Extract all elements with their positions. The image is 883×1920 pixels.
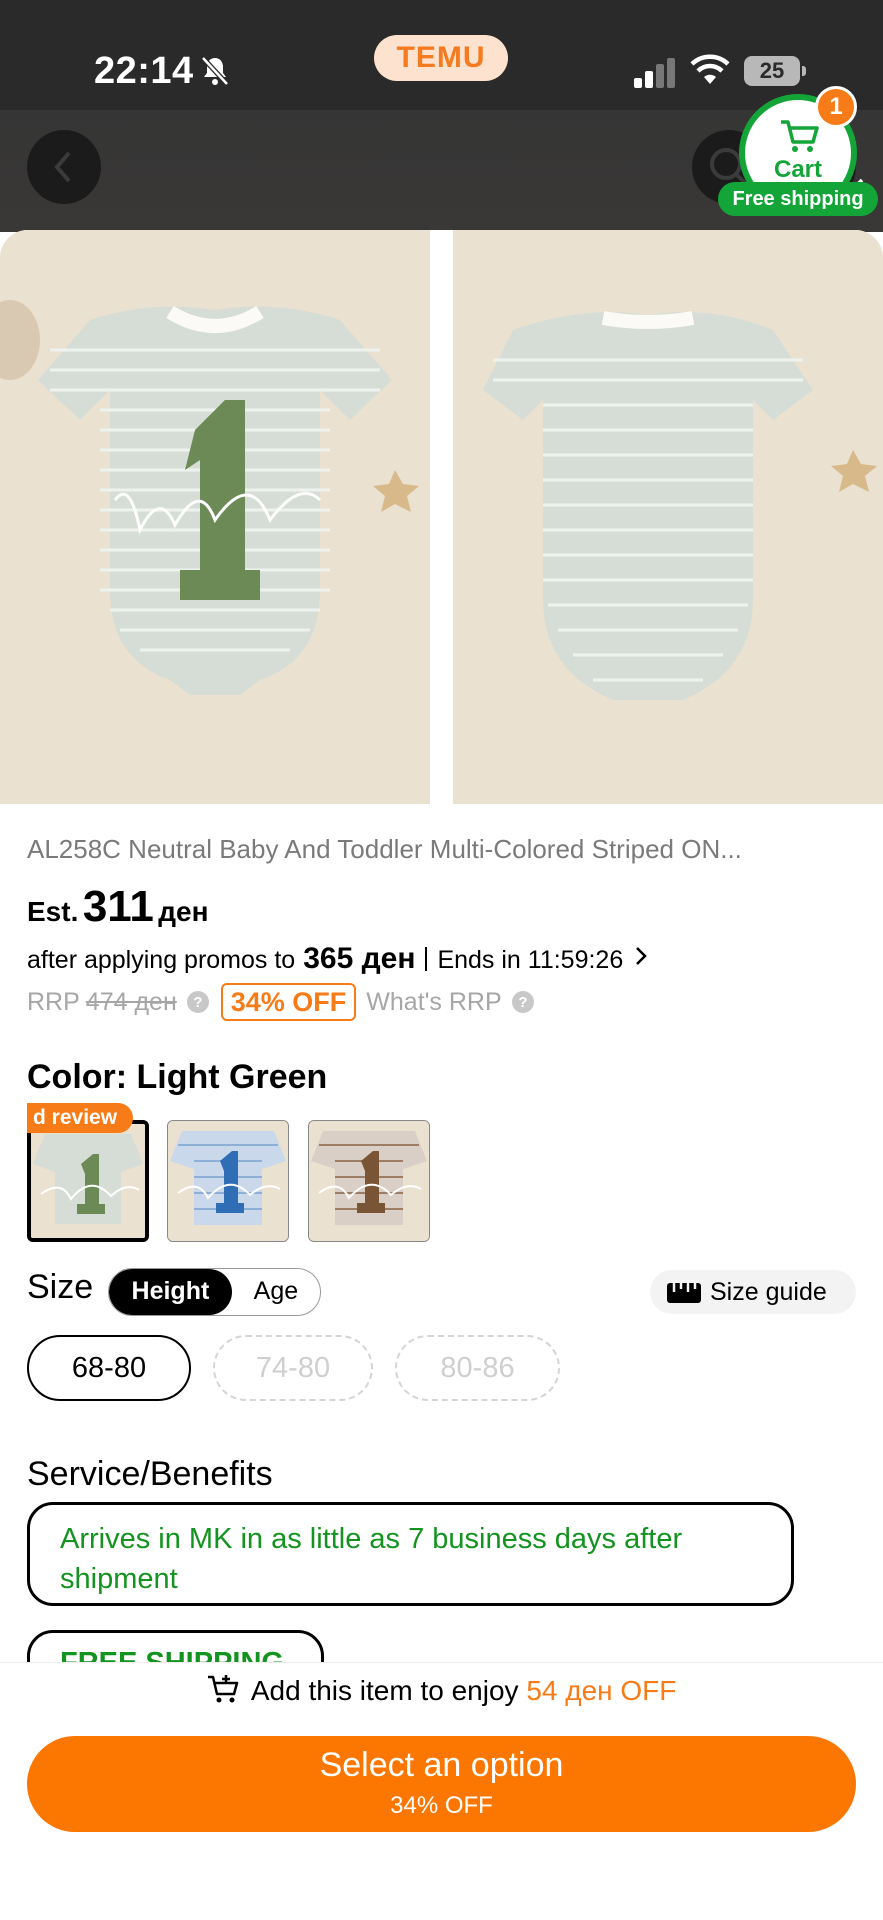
status-time: 22:14 xyxy=(94,50,194,92)
add-to-cart-icon xyxy=(207,1675,238,1703)
color-swatch-light-green[interactable] xyxy=(27,1120,149,1242)
color-swatch-blue[interactable] xyxy=(167,1120,289,1242)
help-icon[interactable]: ? xyxy=(511,991,534,1013)
whats-rrp-link[interactable]: What's RRP xyxy=(366,988,501,1017)
signal-icon xyxy=(634,58,675,88)
rrp-row: RRP 474 ден ? 34% OFF What's RRP ? xyxy=(27,982,534,1022)
romper-back-illustration xyxy=(453,230,883,804)
color-title: Color: Light Green xyxy=(27,1058,328,1096)
price-value: 311 xyxy=(82,882,154,931)
cart-icon xyxy=(781,120,819,152)
delivery-benefit[interactable]: Arrives in MK in as little as 7 business… xyxy=(27,1502,794,1606)
ruler-icon xyxy=(667,1283,701,1303)
size-label: Size xyxy=(27,1268,94,1306)
enjoy-prefix: Add this item to enjoy xyxy=(250,1675,519,1706)
size-option-74-80[interactable]: 74-80 xyxy=(213,1335,373,1401)
chevron-left-icon xyxy=(54,151,71,183)
cart-label: Cart xyxy=(773,156,822,183)
swatch-image xyxy=(309,1121,429,1241)
services-title: Service/Benefits xyxy=(27,1455,273,1493)
size-mode-toggle: Height Age xyxy=(108,1268,321,1316)
cart-free-shipping-tag: Free shipping xyxy=(718,182,878,216)
size-guide-button[interactable]: Size guide xyxy=(650,1270,856,1314)
help-icon[interactable]: ? xyxy=(186,991,209,1013)
chevron-right-icon xyxy=(636,947,648,965)
price-est-label: Est. xyxy=(27,896,79,927)
price-currency: ден xyxy=(158,896,209,927)
size-guide-label: Size guide xyxy=(710,1277,827,1306)
color-swatch-brown[interactable] xyxy=(308,1120,430,1242)
swatch-review-badge: d review xyxy=(27,1103,134,1133)
size-option-80-86[interactable]: 80-86 xyxy=(395,1335,560,1401)
product-photo-back[interactable] xyxy=(453,230,883,804)
discount-badge: 34% OFF xyxy=(220,983,357,1021)
toggle-height[interactable]: Height xyxy=(109,1269,232,1315)
battery-indicator: 25 xyxy=(744,56,806,86)
bell-muted-icon xyxy=(201,56,229,86)
rrp-label: RRP xyxy=(27,987,80,1016)
svg-text:?: ? xyxy=(518,994,527,1011)
romper-front-illustration xyxy=(0,230,430,804)
cart-count-badge: 1 xyxy=(815,86,857,128)
product-gallery[interactable] xyxy=(0,230,883,804)
size-option-68-80[interactable]: 68-80 xyxy=(27,1335,191,1401)
promo-price: 365 ден xyxy=(303,942,416,975)
product-photo-front[interactable] xyxy=(0,230,430,804)
swatch-image xyxy=(31,1124,145,1238)
svg-text:?: ? xyxy=(193,994,202,1011)
back-button[interactable] xyxy=(27,130,101,204)
wifi-icon xyxy=(690,54,730,84)
select-option-button[interactable]: Select an option 34% OFF xyxy=(27,1736,856,1832)
product-title[interactable]: AL258C Neutral Baby And Toddler Multi-Co… xyxy=(27,834,857,865)
cta-discount: 34% OFF xyxy=(390,1792,493,1819)
rrp-value: 474 ден xyxy=(85,987,177,1016)
promo-divider xyxy=(425,947,428,971)
enjoy-promo-row: Add this item to enjoy 54 ден OFF xyxy=(0,1674,883,1707)
enjoy-amount: 54 ден OFF xyxy=(526,1675,677,1706)
swatch-image xyxy=(168,1121,288,1241)
promo-prefix: after applying promos to xyxy=(27,946,296,974)
cta-label: Select an option xyxy=(319,1746,564,1784)
promo-countdown: Ends in 11:59:26 xyxy=(437,946,624,974)
promo-row[interactable]: after applying promos to 365 ден Ends in… xyxy=(27,942,653,976)
price-row: Est. 311 ден xyxy=(27,882,209,942)
toggle-age[interactable]: Age xyxy=(232,1269,320,1315)
temu-logo: TEMU xyxy=(374,35,508,81)
